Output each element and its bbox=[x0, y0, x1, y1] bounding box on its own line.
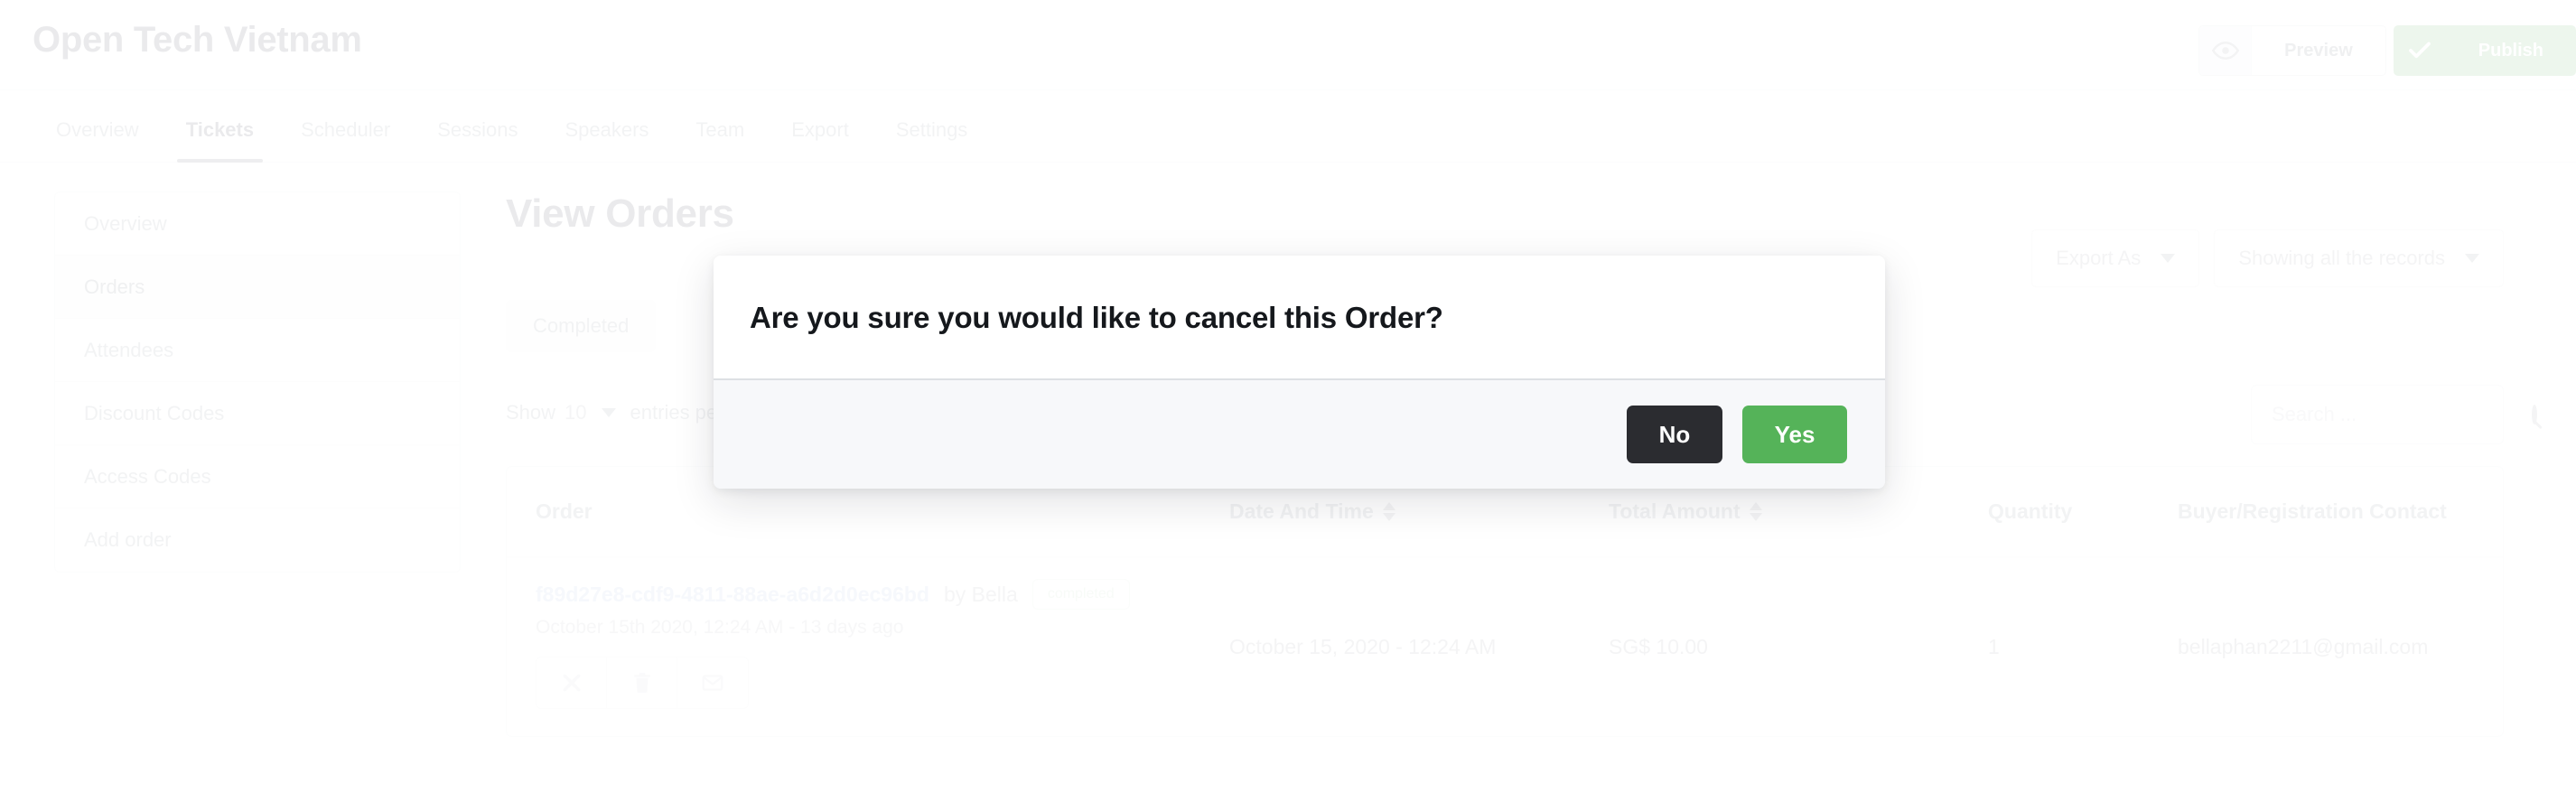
header-actions: Preview Publish bbox=[2198, 25, 2576, 76]
primary-tabbar: Overview Tickets Scheduler Sessions Spea… bbox=[0, 90, 2576, 163]
preview-button-label: Preview bbox=[2284, 40, 2353, 61]
entries-count-value[interactable]: 10 bbox=[565, 401, 586, 424]
tab-sessions[interactable]: Sessions bbox=[414, 118, 541, 162]
secondary-sidebar: Overview Orders Attendees Discount Codes… bbox=[54, 191, 461, 573]
page-title: Open Tech Vietnam bbox=[33, 20, 362, 60]
table-row: f89d27e8-cdf9-4811-88ae-a6d2d0ec96bd by … bbox=[507, 557, 2503, 737]
cancel-order-confirm-dialog: Are you sure you would like to cancel th… bbox=[714, 256, 1885, 489]
dialog-header: Are you sure you would like to cancel th… bbox=[714, 256, 1885, 380]
col-quantity: Quantity bbox=[1988, 467, 2178, 557]
main-header-actions: Export As Showing all the records bbox=[2031, 229, 2504, 287]
top-header: Open Tech Vietnam Preview Publish bbox=[0, 0, 2576, 90]
search-box[interactable] bbox=[2251, 385, 2537, 444]
cell-date-and-time: October 15, 2020 - 12:24 AM bbox=[1229, 634, 1497, 658]
eye-icon bbox=[2199, 26, 2253, 75]
col-order-label: Order bbox=[536, 499, 593, 523]
order-actions-group bbox=[536, 657, 749, 709]
col-buyer-contact-label: Buyer/Registration Contact bbox=[2178, 499, 2447, 523]
sidebar-item-access-codes[interactable]: Access Codes bbox=[55, 445, 460, 508]
tab-tickets[interactable]: Tickets bbox=[163, 118, 277, 163]
sort-icon[interactable] bbox=[1749, 502, 1762, 521]
dialog-title: Are you sure you would like to cancel th… bbox=[750, 301, 1443, 334]
records-filter-dropdown[interactable]: Showing all the records bbox=[2214, 229, 2504, 287]
orders-table: Order Date And Time Total Amount Quantit… bbox=[507, 467, 2503, 736]
sidebar-item-add-order[interactable]: Add order bbox=[55, 508, 460, 572]
resend-email-button[interactable] bbox=[677, 657, 748, 708]
order-id-link[interactable]: f89d27e8-cdf9-4811-88ae-a6d2d0ec96bd bbox=[536, 583, 929, 607]
records-filter-label: Showing all the records bbox=[2238, 247, 2445, 269]
orders-table-card: Order Date And Time Total Amount Quantit… bbox=[506, 466, 2504, 737]
sidebar-item-discount-codes[interactable]: Discount Codes bbox=[55, 382, 460, 445]
show-prefix-label: Show bbox=[506, 401, 556, 424]
check-icon bbox=[2394, 25, 2446, 76]
search-input[interactable] bbox=[2272, 403, 2532, 426]
yes-button[interactable]: Yes bbox=[1742, 406, 1847, 463]
cell-total-amount: SG$ 10.00 bbox=[1609, 634, 1708, 658]
tab-export[interactable]: Export bbox=[768, 118, 873, 162]
cell-quantity: 1 bbox=[1988, 634, 2000, 658]
sidebar-item-orders[interactable]: Orders bbox=[55, 256, 460, 319]
order-created-subtext: October 15th 2020, 12:24 AM - 13 days ag… bbox=[536, 617, 904, 638]
preview-button[interactable]: Preview bbox=[2198, 25, 2386, 76]
tab-overview[interactable]: Overview bbox=[33, 118, 163, 162]
no-button[interactable]: No bbox=[1627, 406, 1722, 463]
status-badge: completed bbox=[1031, 579, 1130, 610]
chevron-down-icon bbox=[2161, 254, 2176, 263]
chevron-down-icon[interactable] bbox=[601, 408, 616, 417]
cell-buyer-contact: bellaphan2211@gmail.com bbox=[2178, 634, 2429, 658]
tab-settings[interactable]: Settings bbox=[873, 118, 992, 162]
orders-table-body: f89d27e8-cdf9-4811-88ae-a6d2d0ec96bd by … bbox=[507, 557, 2503, 737]
export-as-label: Export As bbox=[2056, 247, 2142, 269]
col-buyer-contact: Buyer/Registration Contact bbox=[2178, 467, 2503, 557]
sidebar-item-attendees[interactable]: Attendees bbox=[55, 319, 460, 382]
col-total-amount-label: Total Amount bbox=[1609, 499, 1741, 523]
col-quantity-label: Quantity bbox=[1988, 499, 2073, 523]
cell-order: f89d27e8-cdf9-4811-88ae-a6d2d0ec96bd by … bbox=[507, 557, 1229, 737]
tab-team[interactable]: Team bbox=[672, 118, 768, 162]
status-filter-completed[interactable]: Completed bbox=[506, 300, 657, 352]
order-buyer-name: by Bella bbox=[943, 582, 1018, 606]
dialog-footer: No Yes bbox=[714, 380, 1885, 489]
tab-speakers[interactable]: Speakers bbox=[541, 118, 672, 162]
col-date-and-time-label: Date And Time bbox=[1229, 499, 1374, 523]
delete-order-button[interactable] bbox=[607, 657, 677, 708]
search-icon bbox=[2532, 405, 2537, 424]
tab-scheduler[interactable]: Scheduler bbox=[277, 118, 414, 162]
sort-icon[interactable] bbox=[1382, 502, 1395, 521]
chevron-down-icon bbox=[2465, 254, 2479, 263]
sidebar-item-overview[interactable]: Overview bbox=[55, 192, 460, 256]
publish-button[interactable]: Publish bbox=[2393, 25, 2576, 76]
export-as-dropdown[interactable]: Export As bbox=[2031, 229, 2200, 287]
publish-button-label: Publish bbox=[2478, 40, 2543, 61]
tab-list: Overview Tickets Scheduler Sessions Spea… bbox=[0, 90, 2576, 163]
cancel-order-button[interactable] bbox=[537, 657, 607, 708]
